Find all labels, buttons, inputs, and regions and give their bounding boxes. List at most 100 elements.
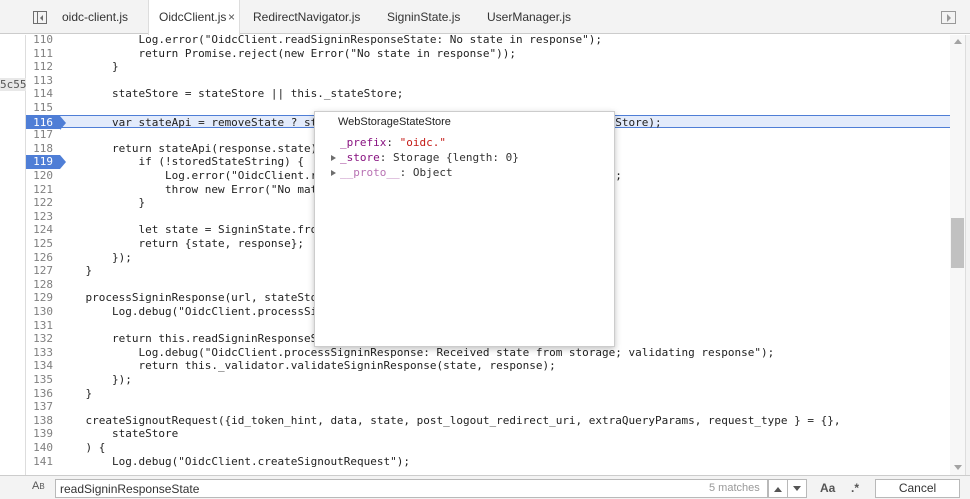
scroll-down-icon[interactable] — [954, 465, 962, 470]
tab-oidc-client-js[interactable]: oidc-client.js — [62, 0, 142, 34]
line-text: } — [59, 386, 93, 400]
line-number[interactable]: 136 — [26, 387, 53, 401]
line-number[interactable]: 141 — [26, 455, 53, 469]
line-number[interactable]: 126 — [26, 251, 53, 265]
line-number[interactable]: 130 — [26, 305, 53, 319]
line-text: stateStore = stateStore || this._stateSt… — [59, 87, 404, 101]
tab-label: RedirectNavigator.js — [253, 10, 361, 24]
line-number[interactable]: 125 — [26, 237, 53, 251]
line-number[interactable]: 120 — [26, 169, 53, 183]
line-text: Log.error("OidcClient.readSigninResponse… — [59, 33, 603, 46]
replace-toggle-icon[interactable]: AB — [32, 480, 45, 492]
code-line[interactable]: 137 — [26, 400, 950, 414]
line-number[interactable]: 110 — [26, 33, 53, 47]
property-row-store[interactable]: _store: Storage {length: 0} — [331, 151, 519, 164]
line-text: Log.debug("OidcClient.processSi — [59, 305, 318, 318]
cancel-button[interactable]: Cancel — [875, 479, 960, 498]
line-text: return Promise.reject(new Error("No stat… — [59, 46, 516, 60]
previous-match-button[interactable] — [768, 479, 788, 498]
line-number[interactable]: 129 — [26, 291, 53, 305]
line-text: Log.debug("OidcClient.processSigninRespo… — [59, 345, 775, 359]
line-number[interactable]: 115 — [26, 101, 53, 115]
code-line[interactable]: 135 }); — [26, 373, 950, 387]
editor-tab-bar: oidc-client.js OidcClient.js × RedirectN… — [0, 0, 970, 35]
line-number[interactable]: 139 — [26, 427, 53, 441]
line-text: let state = SigninState.fro — [59, 223, 318, 237]
regex-toggle[interactable]: .* — [851, 481, 859, 495]
tab-redirectnavigator-js[interactable]: RedirectNavigator.js — [253, 0, 368, 34]
tab-oidcclient-js[interactable]: OidcClient.js × — [148, 0, 240, 35]
line-number[interactable]: 132 — [26, 332, 53, 346]
line-number[interactable]: 114 — [26, 87, 53, 101]
code-line[interactable]: 138 createSignoutRequest({id_token_hint,… — [26, 414, 950, 428]
line-number[interactable]: 131 — [26, 319, 53, 333]
code-line[interactable]: 111 return Promise.reject(new Error("No … — [26, 47, 950, 61]
scroll-up-icon[interactable] — [954, 39, 962, 44]
next-match-button[interactable] — [787, 479, 807, 498]
line-text: return {state, response}; — [59, 237, 305, 250]
scrollbar-thumb[interactable] — [951, 218, 964, 268]
match-count: 5 matches — [709, 482, 760, 494]
line-number[interactable]: 134 — [26, 359, 53, 373]
tab-label: UserManager.js — [487, 10, 572, 24]
code-line[interactable]: 133 Log.debug("OidcClient.processSigninR… — [26, 346, 950, 360]
code-line[interactable]: 134 return this._validator.validateSigni… — [26, 359, 950, 373]
match-case-toggle[interactable]: Aa — [820, 481, 835, 495]
line-number[interactable]: 135 — [26, 373, 53, 387]
property-value: "oidc." — [399, 136, 446, 149]
line-number[interactable]: 128 — [26, 278, 53, 292]
line-number[interactable]: 122 — [26, 196, 53, 210]
tab-usermanager-js[interactable]: UserManager.js — [487, 0, 577, 34]
close-tab-icon[interactable]: × — [228, 0, 235, 34]
tab-label: SigninState.js — [387, 10, 461, 24]
tab-label: oidc-client.js — [62, 10, 129, 24]
line-number[interactable]: 121 — [26, 183, 53, 197]
tab-label: OidcClient.js — [159, 10, 227, 24]
search-bar: AB 5 matches Aa .* Cancel — [0, 475, 970, 499]
line-number[interactable]: 117 — [26, 128, 53, 142]
expand-triangle-icon[interactable] — [331, 155, 336, 161]
line-number[interactable]: 133 — [26, 346, 53, 360]
code-line[interactable]: 140 ) { — [26, 441, 950, 455]
breakpoint-marker[interactable]: 119 — [26, 155, 66, 169]
property-row-proto[interactable]: __proto__: Object — [331, 166, 453, 179]
code-line[interactable]: 136 } — [26, 387, 950, 401]
code-line[interactable]: 114 stateStore = stateStore || this._sta… — [26, 87, 950, 101]
code-line[interactable]: 141 Log.debug("OidcClient.createSignoutR… — [26, 455, 950, 469]
line-number[interactable]: 118 — [26, 142, 53, 156]
line-text: } — [59, 60, 119, 74]
code-line[interactable]: 112 } — [26, 60, 950, 74]
expand-triangle-icon[interactable] — [331, 170, 336, 176]
vertical-scrollbar[interactable] — [950, 35, 965, 475]
line-number[interactable]: 123 — [26, 210, 53, 224]
object-preview-popover: WebStorageStateStore _prefix: "oidc." _s… — [314, 111, 615, 347]
breakpoint-marker[interactable]: 116 — [26, 115, 66, 130]
line-text: }); — [59, 373, 132, 386]
line-text: processSigninResponse(url, stateSto — [59, 291, 318, 305]
search-input[interactable] — [55, 479, 768, 498]
replace-toggle-b: B — [39, 482, 45, 491]
code-line[interactable]: 110 Log.error("OidcClient.readSigninResp… — [26, 33, 950, 47]
code-line[interactable]: 113 — [26, 74, 950, 88]
toggle-navigator-icon[interactable] — [33, 11, 47, 24]
code-line[interactable]: 139 stateStore — [26, 427, 950, 441]
panel-hash-text: 5c55 — [0, 78, 26, 91]
property-row-prefix[interactable]: _prefix: "oidc." — [331, 136, 446, 149]
line-text: return stateApi(response.state) — [59, 141, 318, 155]
line-number[interactable]: 137 — [26, 400, 53, 414]
line-text: }); — [59, 250, 132, 264]
property-name: __proto__ — [340, 166, 400, 179]
line-number[interactable]: 112 — [26, 60, 53, 74]
line-number[interactable]: 111 — [26, 47, 53, 61]
toggle-debugger-icon[interactable] — [941, 11, 956, 24]
line-text: if (!storedStateString) { — [59, 155, 305, 169]
property-name: _store — [340, 151, 380, 164]
line-number[interactable]: 113 — [26, 74, 53, 88]
tab-signinstate-js[interactable]: SigninState.js — [387, 0, 467, 34]
line-number[interactable]: 140 — [26, 441, 53, 455]
line-number[interactable]: 127 — [26, 264, 53, 278]
left-panel-edge: 5c55 — [0, 35, 26, 475]
property-value: Storage {length: 0} — [393, 151, 519, 164]
line-number[interactable]: 138 — [26, 414, 53, 428]
line-number[interactable]: 124 — [26, 223, 53, 237]
